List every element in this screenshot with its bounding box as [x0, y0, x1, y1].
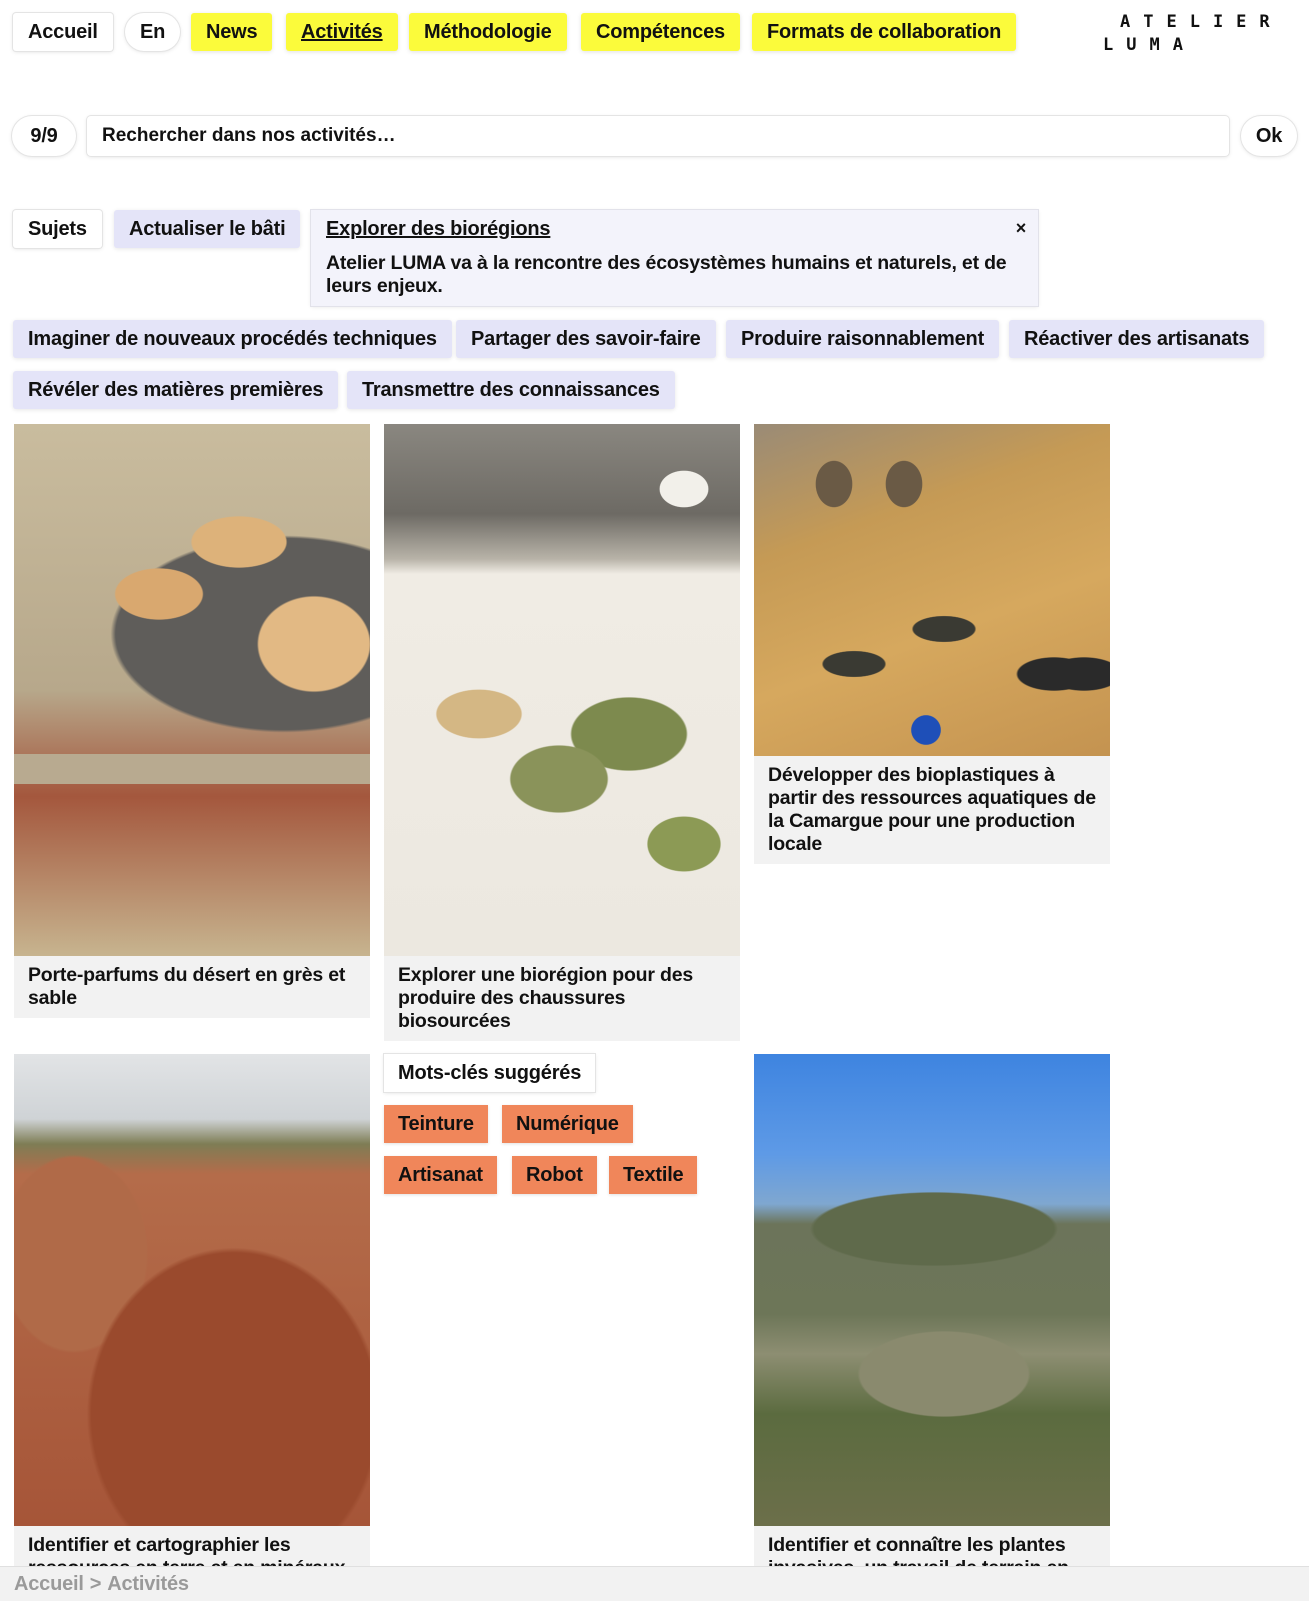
activity-card[interactable]: Porte-parfums du désert en grès et sable — [14, 424, 370, 1018]
keyword-numerique[interactable]: Numérique — [502, 1105, 633, 1143]
language-toggle[interactable]: En — [125, 13, 181, 51]
nav-competences[interactable]: Compétences — [581, 13, 740, 51]
topic-transmettre-connaissances[interactable]: Transmettre des connaissances — [347, 371, 675, 409]
topic-partager-savoir-faire[interactable]: Partager des savoir-faire — [456, 320, 716, 358]
keyword-teinture[interactable]: Teinture — [384, 1105, 488, 1143]
keyword-robot[interactable]: Robot — [512, 1156, 597, 1194]
topic-imaginer-procedes[interactable]: Imaginer de nouveaux procédés techniques — [13, 320, 452, 358]
card-caption: Identifier et cartographier les ressourc… — [28, 1534, 345, 1567]
card-image — [14, 424, 370, 956]
keyword-artisanat[interactable]: Artisanat — [384, 1156, 497, 1194]
nav-home-button[interactable]: Accueil — [13, 13, 113, 51]
card-caption: Identifier et connaître les plantes inva… — [768, 1534, 1069, 1567]
suggested-keywords-title: Mots-clés suggérés — [384, 1054, 596, 1092]
topic-produire-raisonnablement[interactable]: Produire raisonnablement — [726, 320, 1000, 358]
active-topic-title[interactable]: Explorer des biorégions — [326, 216, 1023, 242]
nav-formats-collaboration[interactable]: Formats de collaboration — [752, 13, 1017, 51]
search-submit-button[interactable]: Ok — [1241, 116, 1297, 156]
search-input[interactable] — [87, 116, 1229, 156]
nav-activites-label: Activités — [301, 21, 383, 43]
activity-card[interactable]: Explorer une biorégion pour des produire… — [384, 424, 740, 1041]
logo-line-1: ATELIER — [1120, 12, 1283, 32]
active-topic-panel: Explorer des biorégions × Atelier LUMA v… — [311, 210, 1038, 306]
breadcrumb-current: Activités — [107, 1573, 189, 1595]
activity-card[interactable]: Identifier et cartographier les ressourc… — [14, 1054, 370, 1567]
activity-card[interactable]: Identifier et connaître les plantes inva… — [754, 1054, 1110, 1567]
breadcrumb-separator: > — [89, 1573, 102, 1595]
breadcrumb-home[interactable]: Accueil — [14, 1573, 84, 1595]
keyword-textile[interactable]: Textile — [609, 1156, 698, 1194]
card-caption: Porte-parfums du désert en grès et sable — [28, 964, 346, 1009]
topic-reactiver-artisanats[interactable]: Réactiver des artisanats — [1009, 320, 1265, 358]
nav-news[interactable]: News — [191, 13, 273, 51]
topic-actualiser-le-bati[interactable]: Actualiser le bâti — [114, 210, 301, 248]
nav-activites[interactable]: Activités — [286, 13, 398, 51]
topics-label: Sujets — [13, 210, 102, 248]
card-image — [384, 424, 740, 956]
card-image — [754, 424, 1110, 756]
card-image — [754, 1054, 1110, 1526]
logo-line-2: LUMA — [1103, 35, 1196, 55]
activity-card[interactable]: Développer des bioplastiques à partir de… — [754, 424, 1110, 864]
topic-reveler-matieres[interactable]: Révéler des matières premières — [13, 371, 339, 409]
card-caption: Explorer une biorégion pour des produire… — [398, 964, 694, 1032]
card-caption: Développer des bioplastiques à partir de… — [768, 764, 1096, 855]
active-topic-description: Atelier LUMA va à la rencontre des écosy… — [326, 252, 1007, 297]
atelier-luma-logo[interactable]: ATELIER LUMA — [1103, 11, 1300, 57]
results-count: 9/9 — [12, 116, 76, 156]
nav-methodologie[interactable]: Méthodologie — [409, 13, 567, 51]
card-image — [14, 1054, 370, 1526]
breadcrumb: Accueil > Activités — [0, 1567, 1309, 1601]
close-icon[interactable]: × — [1016, 218, 1027, 238]
